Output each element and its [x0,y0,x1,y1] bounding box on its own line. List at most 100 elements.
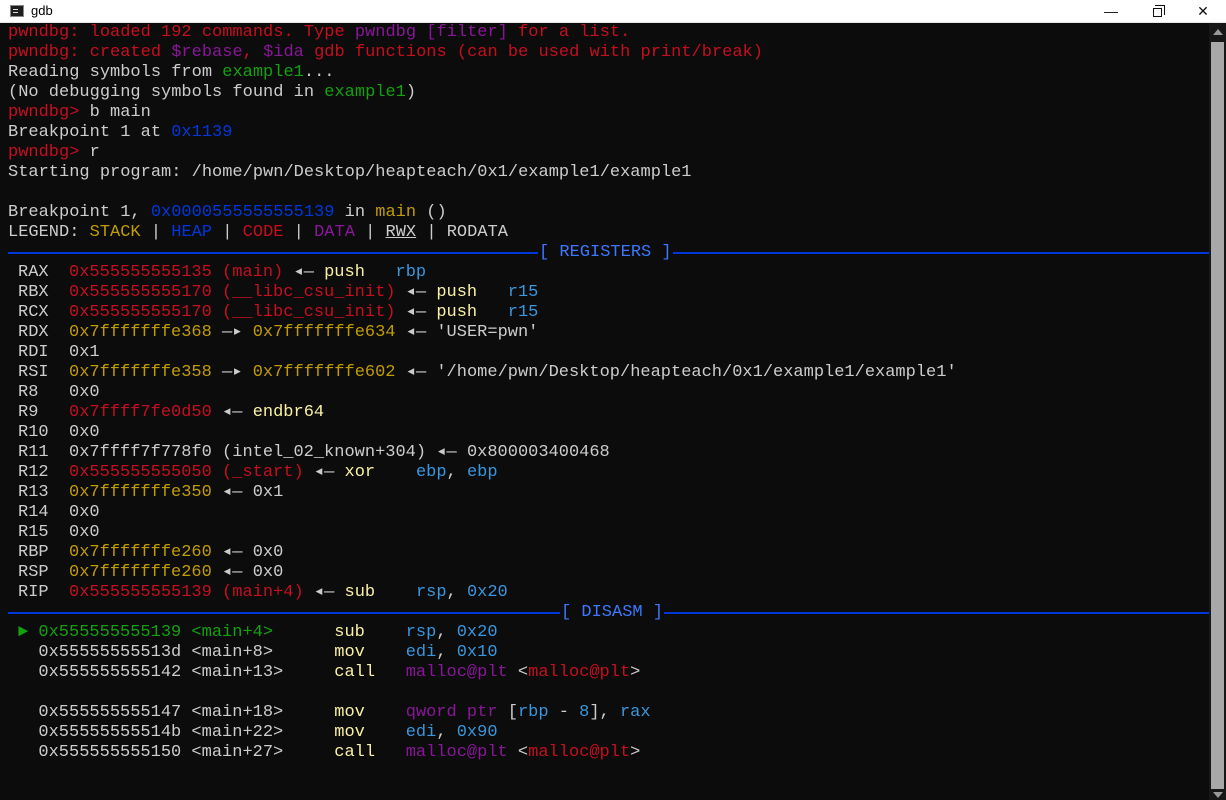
terminal-text: 0x1139 [171,123,233,142]
scroll-up-arrow-icon[interactable] [1213,29,1223,35]
terminal-text: < [507,663,529,682]
terminal-text: RCX [18,303,70,322]
terminal-line: R14 0x0 [8,503,1209,523]
terminal-line: R10 0x0 [8,423,1209,443]
terminal-text: R13 [18,483,70,502]
terminal-text: ◂— [211,543,253,562]
terminal-text: rsp [415,583,447,602]
terminal-text: 0x7fffffffe260 [69,543,212,562]
terminal-text: edi [405,643,437,662]
terminal-text: 0x555555555142 [18,663,182,682]
terminal-text: ◂— [395,283,437,302]
terminal-text: (main+4) [211,583,304,602]
console-app-icon [10,5,24,17]
terminal-text: mov [334,643,406,662]
scrollbar-thumb[interactable] [1211,42,1224,789]
terminal-text: $rebase [171,43,243,62]
terminal-text: RAX [18,263,70,282]
terminal-text: , [436,643,457,662]
terminal-text: 0x7fffffffe358 [69,363,212,382]
terminal-text: <main+18> [181,703,284,722]
terminal-line: pwndbg: loaded 192 commands. Type pwndbg… [8,23,1209,43]
terminal-text: , [446,463,467,482]
terminal-text: < [507,743,529,762]
terminal-text: ◂— [211,403,253,422]
terminal-text: , [436,623,457,642]
terminal-text: 0x0 [69,523,100,542]
terminal-text: 0x1 [69,343,100,362]
terminal-text: pwndbg> [8,143,90,162]
terminal-text: R14 [18,503,70,522]
terminal-text: for a list. [507,23,631,42]
terminal-text: > [630,663,641,682]
terminal-text: —▸ [211,363,253,382]
terminal-line: R8 0x0 [8,383,1209,403]
terminal-line: ► 0x555555555139 <main+4> sub rsp, 0x20 [8,623,1209,643]
terminal-line: R15 0x0 [8,523,1209,543]
terminal-text: 0x7fffffffe602 [252,363,396,382]
terminal-line: 0x55555555514b <main+22> mov edi, 0x90 [8,723,1209,743]
terminal-text: RODATA [446,223,508,242]
terminal-line: RDX 0x7fffffffe368 —▸ 0x7fffffffe634 ◂— … [8,323,1209,343]
terminal-text: R15 [18,523,70,542]
terminal-text: sub [334,623,406,642]
terminal-line: pwndbg: created $rebase, $ida gdb functi… [8,43,1209,63]
terminal-text: (No debugging symbols found in [8,83,325,102]
terminal-text: ebp [466,463,498,482]
terminal-text: example1 [222,63,304,82]
terminal-line: LEGEND: STACK | HEAP | CODE | DATA | RWX… [8,223,1209,243]
terminal-output[interactable]: pwndbg: loaded 192 commands. Type pwndbg… [0,23,1209,800]
terminal-text: main [375,203,417,222]
terminal-text: gdb functions (can be used with print/br… [303,43,763,62]
scroll-down-arrow-icon[interactable] [1213,792,1223,798]
terminal-text: RDI [18,343,70,362]
terminal-text: 0x0 [69,383,100,402]
terminal-text: R11 [18,443,70,462]
terminal-text: 0x800003400468 [466,443,610,462]
close-button[interactable]: ✕ [1180,0,1226,23]
terminal-text: '/home/pwn/Desktop/heapteach/0x1/example… [436,363,957,382]
terminal-text: 0x55555555514b [18,723,182,742]
terminal-text: pwndbg: loaded 192 commands. Type [8,23,355,42]
terminal-text: (__libc_csu_init) [211,303,396,322]
terminal-text: R9 [18,403,70,422]
terminal-text: in [334,203,376,222]
terminal-text: push [436,283,508,302]
terminal-line: RAX 0x555555555135 (main) ◂— push rbp [8,263,1209,283]
terminal-text: RBP [18,543,70,562]
terminal-text: Breakpoint 1, [8,203,151,222]
terminal-text: 0x0 [69,423,100,442]
terminal-line: RIP 0x555555555139 (main+4) ◂— sub rsp, … [8,583,1209,603]
terminal-text: | [283,223,315,242]
terminal-line: RCX 0x555555555170 (__libc_csu_init) ◂— … [8,303,1209,323]
section-title: [ DISASM ] [560,603,665,623]
terminal-text: HEAP [171,223,213,242]
terminal-text: 0x555555555139 [69,583,212,602]
terminal-text: LEGEND: [8,223,90,242]
terminal-text: ◂— [395,303,437,322]
terminal-text: RBX [18,283,70,302]
terminal-text: r15 [507,303,539,322]
terminal-text: malloc@plt [528,743,631,762]
terminal-text: ... [303,63,335,82]
terminal-text: ◂— [426,443,467,462]
terminal-text: 0x90 [456,723,498,742]
vertical-scrollbar[interactable] [1209,23,1226,800]
terminal-text: 0x7fffffffe368 [69,323,212,342]
maximize-button[interactable] [1134,0,1180,23]
terminal-text: R8 [18,383,70,402]
terminal-text: <main+4> [181,623,274,642]
terminal-text: 0x555555555170 [69,283,212,302]
terminal-line: R13 0x7fffffffe350 ◂— 0x1 [8,483,1209,503]
minimize-button[interactable]: — [1088,0,1134,23]
window-titlebar[interactable]: gdb — ✕ [0,0,1226,23]
terminal-text: RDX [18,323,70,342]
terminal-text: | [140,223,172,242]
terminal-text: push [436,303,508,322]
terminal-text: rax [619,703,651,722]
